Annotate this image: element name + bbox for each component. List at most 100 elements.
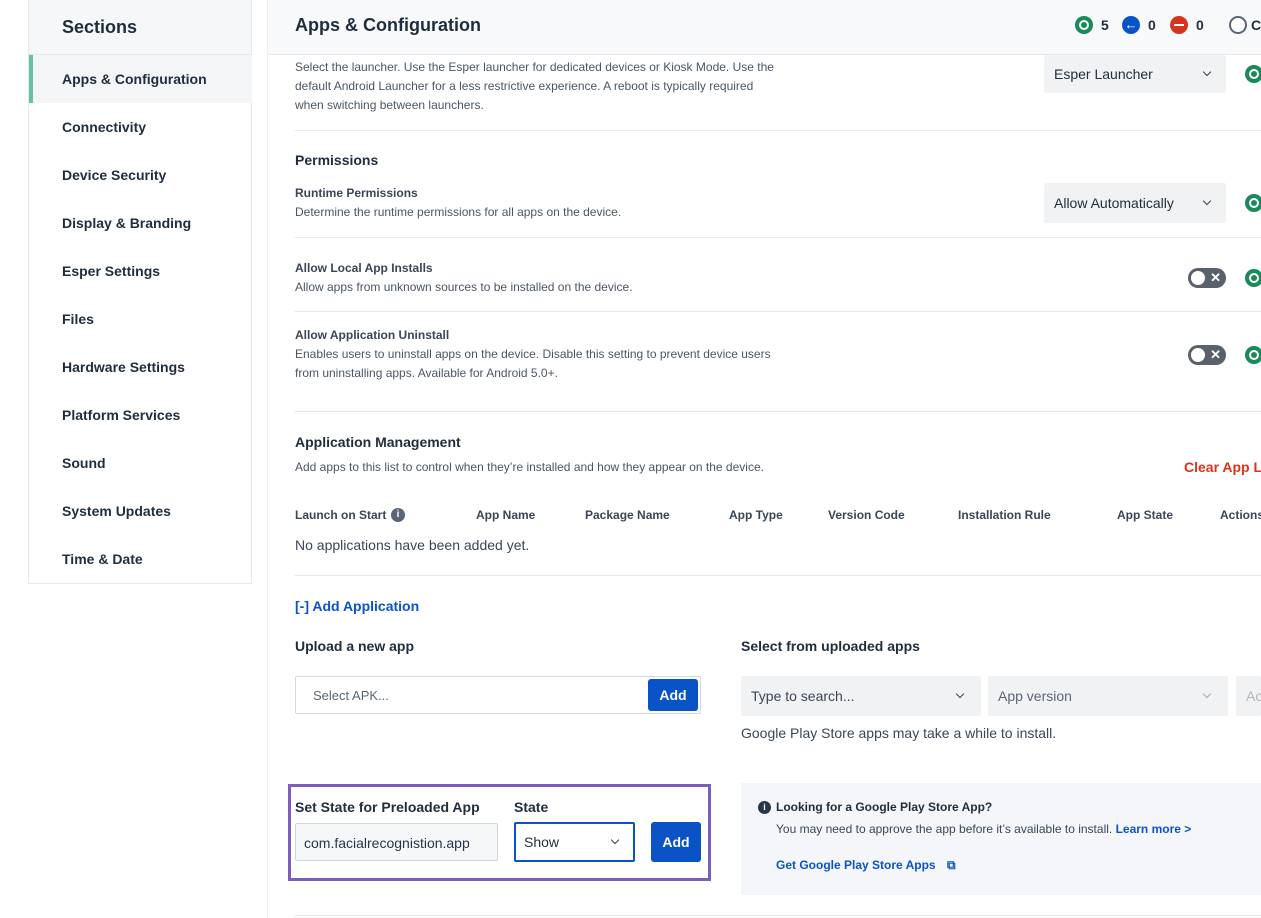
column-launch-on-start[interactable]: Launch on Start — [295, 508, 386, 522]
local-installs-label: Allow Local App Installs — [295, 261, 433, 275]
minus-circle-icon — [1170, 16, 1188, 34]
sidebar-item-display-branding[interactable]: Display & Branding — [29, 199, 252, 247]
pending-count: 0 — [1148, 17, 1156, 33]
runtime-status-icon — [1245, 194, 1261, 212]
uninstall-label: Allow Application Uninstall — [295, 328, 450, 342]
chevron-down-icon — [1202, 196, 1212, 206]
get-play-store-apps-link[interactable]: Get Google Play Store Apps ⧉ — [776, 858, 956, 873]
play-info-body-text: You may need to approve the app before i… — [776, 822, 1113, 836]
uninstall-status-icon — [1245, 346, 1261, 364]
select-add-button[interactable]: Ac — [1236, 676, 1261, 716]
divider — [295, 237, 1261, 238]
package-name-value: com.facialrecognistion.app — [304, 835, 470, 851]
runtime-permissions-select[interactable]: Allow Automatically — [1044, 183, 1226, 223]
package-name-input[interactable]: com.facialrecognistion.app — [295, 823, 498, 861]
uninstall-toggle[interactable]: ✕ — [1188, 345, 1226, 365]
preloaded-add-button[interactable]: Add — [651, 822, 701, 862]
page-title: Apps & Configuration — [295, 15, 481, 35]
column-actions[interactable]: Actions — [1220, 508, 1261, 522]
state-select-value: Show — [524, 834, 560, 850]
panel-divider — [267, 0, 268, 918]
sidebar-item-system-updates[interactable]: System Updates — [29, 487, 252, 535]
launcher-status-icon — [1245, 65, 1261, 83]
success-count-badge: 5 — [1075, 16, 1109, 34]
apk-upload-field[interactable]: Select APK... — [295, 676, 701, 714]
apk-upload-placeholder: Select APK... — [313, 688, 389, 703]
sidebar-item-platform-services[interactable]: Platform Services — [29, 391, 252, 439]
failed-count-badge: 0 — [1170, 16, 1204, 34]
launcher-select-value: Esper Launcher — [1054, 66, 1153, 82]
chevron-down-icon — [1202, 67, 1212, 77]
state-title: State — [514, 799, 549, 815]
uninstall-desc-line: from uninstalling apps. Available for An… — [295, 366, 558, 380]
app-search-placeholder: Type to search... — [751, 688, 855, 704]
chevron-down-icon — [955, 689, 965, 699]
column-app-state[interactable]: App State — [1117, 508, 1173, 522]
failed-count: 0 — [1196, 17, 1204, 33]
launcher-desc-line: Select the launcher. Use the Esper launc… — [295, 60, 774, 74]
launcher-description: Select the launcher. Use the Esper launc… — [295, 58, 795, 115]
empty-table-message: No applications have been added yet. — [295, 537, 530, 553]
local-installs-toggle[interactable]: ✕ — [1188, 268, 1226, 288]
other-label: C — [1251, 17, 1261, 33]
info-icon: i — [758, 801, 771, 814]
app-version-select[interactable]: App version — [988, 676, 1228, 716]
divider — [295, 411, 1261, 412]
sidebar-item-apps-configuration[interactable]: Apps & Configuration — [29, 55, 252, 103]
sidebar-item-connectivity[interactable]: Connectivity — [29, 103, 252, 151]
app-search-select[interactable]: Type to search... — [741, 676, 981, 716]
divider — [295, 915, 1261, 916]
launcher-desc-line: default Android Launcher for a less rest… — [295, 79, 754, 93]
empty-circle-icon — [1229, 16, 1247, 34]
get-play-store-apps-label: Get Google Play Store Apps — [776, 858, 936, 872]
runtime-permissions-description: Determine the runtime permissions for al… — [295, 205, 622, 219]
info-icon[interactable]: i — [391, 508, 405, 522]
sidebar-title: Sections — [62, 16, 138, 37]
local-installs-description: Allow apps from unknown sources to be in… — [295, 280, 633, 294]
app-management-description: Add apps to this list to control when th… — [295, 460, 764, 474]
preloaded-title: Set State for Preloaded App — [295, 799, 480, 815]
app-management-title: Application Management — [295, 434, 461, 450]
launcher-select[interactable]: Esper Launcher — [1044, 55, 1226, 93]
pending-count-badge: ← 0 — [1122, 16, 1156, 34]
divider — [295, 130, 1261, 131]
select-add-label: Ac — [1246, 688, 1261, 704]
arrow-left-icon: ← — [1122, 16, 1140, 34]
sidebar-header: Sections — [29, 0, 251, 55]
uninstall-desc-line: Enables users to uninstall apps on the d… — [295, 347, 771, 361]
add-application-toggle[interactable]: [-] Add Application — [295, 598, 419, 614]
close-icon: ✕ — [1210, 270, 1221, 285]
sidebar-item-sound[interactable]: Sound — [29, 439, 252, 487]
sidebar-item-hardware-settings[interactable]: Hardware Settings — [29, 343, 252, 391]
toggle-knob — [1191, 348, 1205, 362]
uninstall-description: Enables users to uninstall apps on the d… — [295, 345, 795, 383]
close-icon: ✕ — [1210, 347, 1221, 362]
upload-add-button[interactable]: Add — [648, 679, 698, 711]
clear-app-list-link[interactable]: Clear App Li — [1184, 459, 1261, 475]
success-count: 5 — [1101, 17, 1109, 33]
permissions-title: Permissions — [295, 152, 379, 168]
column-app-name[interactable]: App Name — [476, 508, 535, 522]
sidebar-item-device-security[interactable]: Device Security — [29, 151, 252, 199]
column-installation-rule[interactable]: Installation Rule — [958, 508, 1051, 522]
other-count-badge: C — [1229, 16, 1261, 34]
external-link-icon: ⧉ — [946, 858, 956, 872]
sidebar-item-esper-settings[interactable]: Esper Settings — [29, 247, 252, 295]
select-uploaded-title: Select from uploaded apps — [741, 638, 920, 654]
upload-title: Upload a new app — [295, 638, 415, 654]
column-app-type[interactable]: App Type — [729, 508, 783, 522]
column-package-name[interactable]: Package Name — [585, 508, 670, 522]
column-version-code[interactable]: Version Code — [828, 508, 905, 522]
runtime-permissions-label: Runtime Permissions — [295, 186, 418, 200]
success-icon — [1075, 16, 1093, 34]
divider — [295, 311, 1261, 312]
main-header: Apps & Configuration 5 ← 0 0 C — [268, 0, 1261, 55]
sidebar-item-time-date[interactable]: Time & Date — [29, 535, 252, 583]
state-select[interactable]: Show — [514, 822, 635, 862]
local-installs-status-icon — [1245, 269, 1261, 287]
sections-sidebar: Sections Apps & Configuration Connectivi… — [28, 0, 252, 584]
divider — [295, 575, 1261, 576]
toggle-knob — [1191, 271, 1205, 285]
learn-more-link[interactable]: Learn more > — [1116, 822, 1192, 836]
sidebar-item-files[interactable]: Files — [29, 295, 252, 343]
